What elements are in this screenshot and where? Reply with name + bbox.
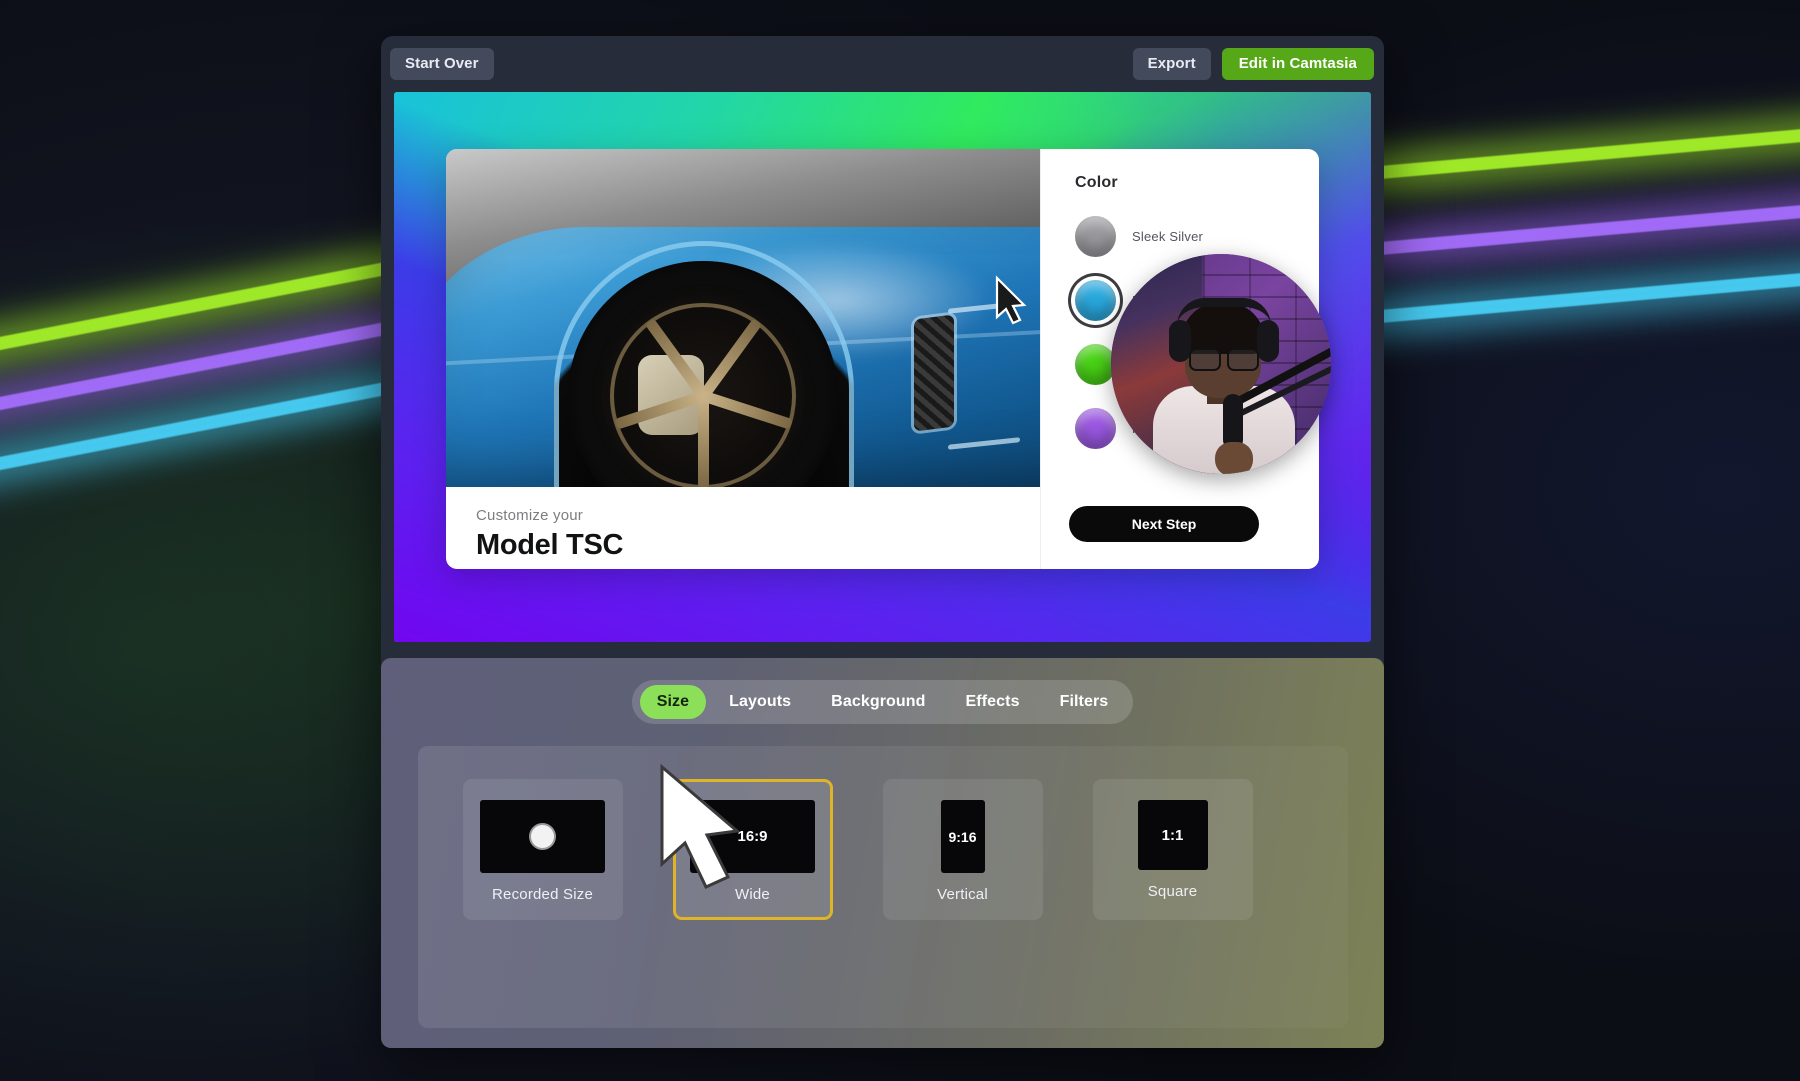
size-option-label: Vertical xyxy=(937,886,988,903)
toolbar-left-group: Start Over xyxy=(390,48,494,80)
preview-area: Customize your Model TSC Color Sleek Sil… xyxy=(381,92,1384,642)
size-option-recorded-size[interactable]: Recorded Size xyxy=(462,779,623,920)
tab-size[interactable]: Size xyxy=(639,685,707,719)
size-thumbnail: 9:16 xyxy=(940,800,985,873)
toolbar-right-group: Export Edit in Camtasia xyxy=(1132,48,1374,80)
tab-background[interactable]: Background xyxy=(814,685,942,719)
size-option-label: Wide xyxy=(735,886,770,903)
size-option-label: Square xyxy=(1147,883,1198,900)
app-window: Start Over Export Edit in Camtasia Custo… xyxy=(381,36,1384,1048)
tab-bar: Size Layouts Background Effects Filters xyxy=(631,680,1134,724)
size-thumbnail: 16:9 xyxy=(690,800,815,873)
size-thumbnail: 1:1 xyxy=(1137,800,1208,870)
export-button[interactable]: Export xyxy=(1132,48,1211,80)
size-thumbnail xyxy=(480,800,605,873)
tab-layouts[interactable]: Layouts xyxy=(712,685,808,719)
size-option-vertical[interactable]: 9:16 Vertical xyxy=(882,779,1043,920)
tab-effects[interactable]: Effects xyxy=(949,685,1037,719)
screen: Start Over Export Edit in Camtasia Custo… xyxy=(0,0,1800,1081)
tab-filters[interactable]: Filters xyxy=(1043,685,1126,719)
preview-canvas[interactable]: Customize your Model TSC Color Sleek Sil… xyxy=(394,92,1371,642)
size-options-list: Recorded Size 16:9 Wide 9:16 Vertical 1:… xyxy=(462,779,1348,920)
start-over-button[interactable]: Start Over xyxy=(390,48,494,80)
record-dot-icon xyxy=(531,825,554,848)
edit-in-camtasia-button[interactable]: Edit in Camtasia xyxy=(1221,48,1374,80)
properties-panel: Size Layouts Background Effects Filters … xyxy=(381,658,1384,1048)
mouse-cursor-preview xyxy=(995,275,1027,325)
size-options-panel: Recorded Size 16:9 Wide 9:16 Vertical 1:… xyxy=(417,746,1348,1028)
size-option-wide[interactable]: 16:9 Wide xyxy=(672,779,833,920)
size-option-square[interactable]: 1:1 Square xyxy=(1092,779,1253,920)
toolbar: Start Over Export Edit in Camtasia xyxy=(381,36,1384,92)
size-option-label: Recorded Size xyxy=(492,886,593,903)
